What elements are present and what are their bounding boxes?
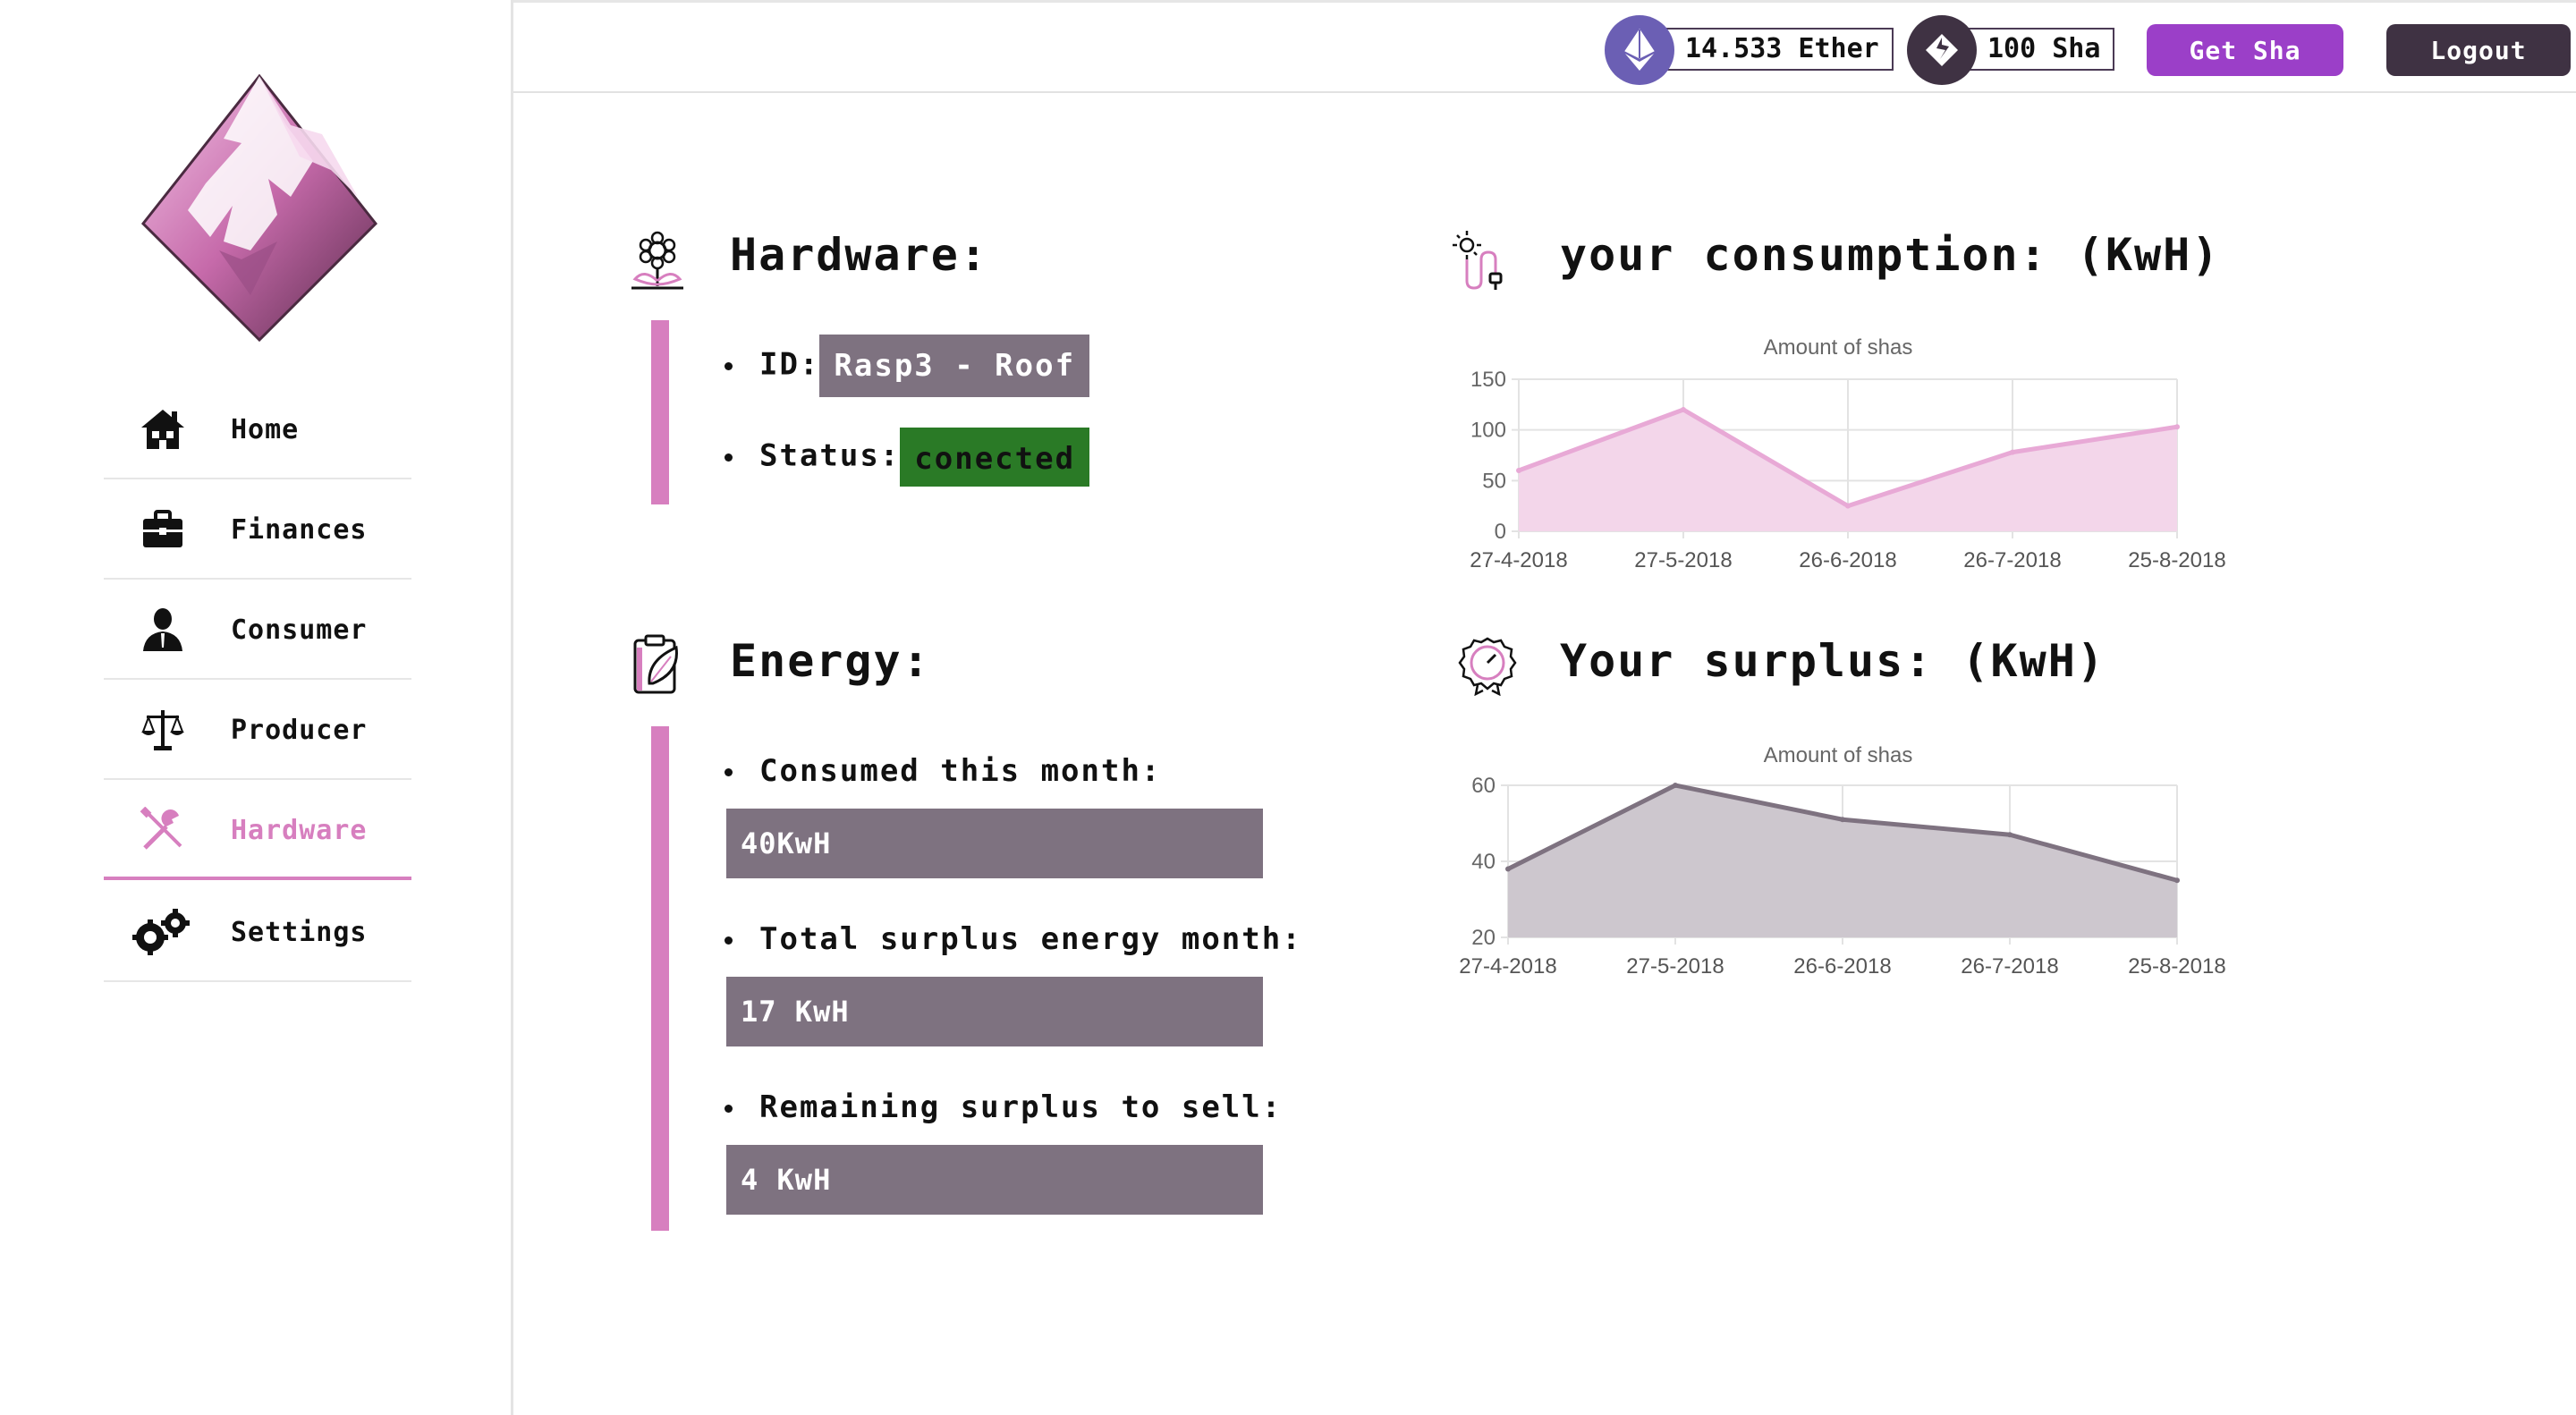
- data-point: [2007, 832, 2012, 838]
- x-tick-label: 27-4-2018: [1470, 548, 1567, 572]
- x-tick-label: 27-4-2018: [1459, 954, 1556, 979]
- sidebar-item-producer[interactable]: Producer: [104, 682, 411, 780]
- sidebar-item-home[interactable]: Home: [104, 381, 411, 479]
- chart-title: Amount of shas: [1764, 335, 1913, 360]
- consumed-label: Consumed this month:: [759, 753, 1162, 789]
- tools-icon: [140, 807, 182, 850]
- surplus-title: Your surplus: (KwH): [1560, 635, 2106, 687]
- sidebar-item-label: Producer: [231, 715, 368, 746]
- hardware-id-value: Rasp3 - Roof: [819, 335, 1090, 397]
- surplus-row: Total surplus energy month:: [724, 921, 1302, 957]
- x-tick-label: 25-8-2018: [2128, 548, 2225, 572]
- sidebar-item-settings[interactable]: Settings: [104, 884, 411, 982]
- top-bar: 14.533 Ether 100 Sha Get Sha Logout: [513, 0, 2576, 93]
- logout-button[interactable]: Logout: [2386, 24, 2571, 76]
- hardware-accent-bar: [651, 320, 669, 504]
- remaining-label: Remaining surplus to sell:: [759, 1089, 1283, 1125]
- sha-token-icon: [1907, 15, 1977, 85]
- data-point: [1505, 866, 1511, 872]
- hardware-status-label: Status:: [759, 437, 901, 474]
- y-tick-label: 20: [1471, 926, 1496, 950]
- consumed-row: Consumed this month:: [724, 753, 1161, 789]
- data-point: [1845, 503, 1851, 509]
- x-tick-label: 27-5-2018: [1626, 954, 1724, 979]
- stopwatch-badge-icon: [1458, 637, 1517, 696]
- sidebar-item-label: Hardware: [231, 815, 368, 846]
- sidebar-item-label: Finances: [231, 514, 368, 546]
- sha-balance-text: 100 Sha: [1962, 28, 2115, 71]
- hardware-status-row: Status: conected: [724, 428, 1090, 487]
- ether-balance-text: 14.533 Ether: [1660, 28, 1894, 71]
- data-point: [2174, 877, 2180, 884]
- sidebar-item-consumer[interactable]: Consumer: [104, 581, 411, 680]
- data-point: [1516, 468, 1521, 473]
- consumption-chart: Amount of shas 0 50 100 150 27-4-2018 27-5-2…: [1470, 335, 2225, 572]
- sidebar: Home Finances Consumer Producer Hardware…: [0, 0, 513, 1415]
- energy-title: Energy:: [730, 635, 931, 687]
- x-tick-label: 26-6-2018: [1793, 954, 1891, 979]
- y-tick-label: 100: [1470, 419, 1506, 443]
- y-tick-label: 50: [1482, 469, 1506, 493]
- briefcase-icon: [143, 510, 182, 547]
- surplus-chart: Amount of shas 20 40 60 27-4-2018 27-5-2018…: [1459, 743, 2225, 979]
- x-tick-label: 26-7-2018: [1961, 954, 2058, 979]
- data-point: [2010, 449, 2015, 455]
- y-tick-label: 150: [1470, 368, 1506, 392]
- y-tick-label: 40: [1471, 850, 1496, 874]
- data-point: [1673, 783, 1678, 788]
- sidebar-item-hardware[interactable]: Hardware: [104, 782, 411, 880]
- hardware-title: Hardware:: [730, 229, 988, 281]
- x-tick-label: 26-6-2018: [1799, 548, 1896, 572]
- get-sha-button[interactable]: Get Sha: [2147, 24, 2343, 76]
- sidebar-item-label: Settings: [231, 917, 368, 948]
- y-tick-label: 0: [1495, 520, 1506, 544]
- x-tick-label: 25-8-2018: [2128, 954, 2225, 979]
- y-tick-label: 60: [1471, 774, 1496, 798]
- sidebar-item-finances[interactable]: Finances: [104, 481, 411, 580]
- hardware-id-label: ID:: [759, 346, 820, 383]
- energy-accent-bar: [651, 726, 669, 1231]
- hardware-id-row: ID: Rasp3 - Roof: [724, 335, 1090, 397]
- chart-title: Amount of shas: [1764, 743, 1913, 767]
- house-icon: [141, 410, 184, 449]
- solar-plug-icon: [1453, 231, 1503, 290]
- remaining-value: 4 KwH: [726, 1145, 1263, 1215]
- status-badge: conected: [900, 428, 1090, 487]
- surplus-value: 17 KwH: [726, 977, 1263, 1046]
- sidebar-item-label: Consumer: [231, 614, 368, 646]
- consumption-title: your consumption: (KwH): [1560, 229, 2221, 281]
- clipboard-leaf-icon: [633, 634, 678, 694]
- remaining-row: Remaining surplus to sell:: [724, 1089, 1282, 1125]
- x-tick-label: 26-7-2018: [1963, 548, 2061, 572]
- scale-icon: [141, 710, 184, 750]
- flower-icon: [631, 231, 683, 290]
- consumed-value: 40KwH: [726, 809, 1263, 878]
- data-point: [1681, 407, 1686, 412]
- x-tick-label: 27-5-2018: [1634, 548, 1732, 572]
- mountain-logo-icon: [140, 73, 378, 343]
- person-icon: [143, 608, 182, 651]
- gears-icon: [132, 909, 190, 955]
- ethereum-icon: [1605, 15, 1674, 85]
- data-point: [2174, 424, 2180, 430]
- sidebar-item-label: Home: [231, 414, 300, 445]
- sha-balance: 100 Sha: [1907, 15, 2175, 85]
- data-point: [1840, 817, 1845, 823]
- surplus-label: Total surplus energy month:: [759, 921, 1302, 957]
